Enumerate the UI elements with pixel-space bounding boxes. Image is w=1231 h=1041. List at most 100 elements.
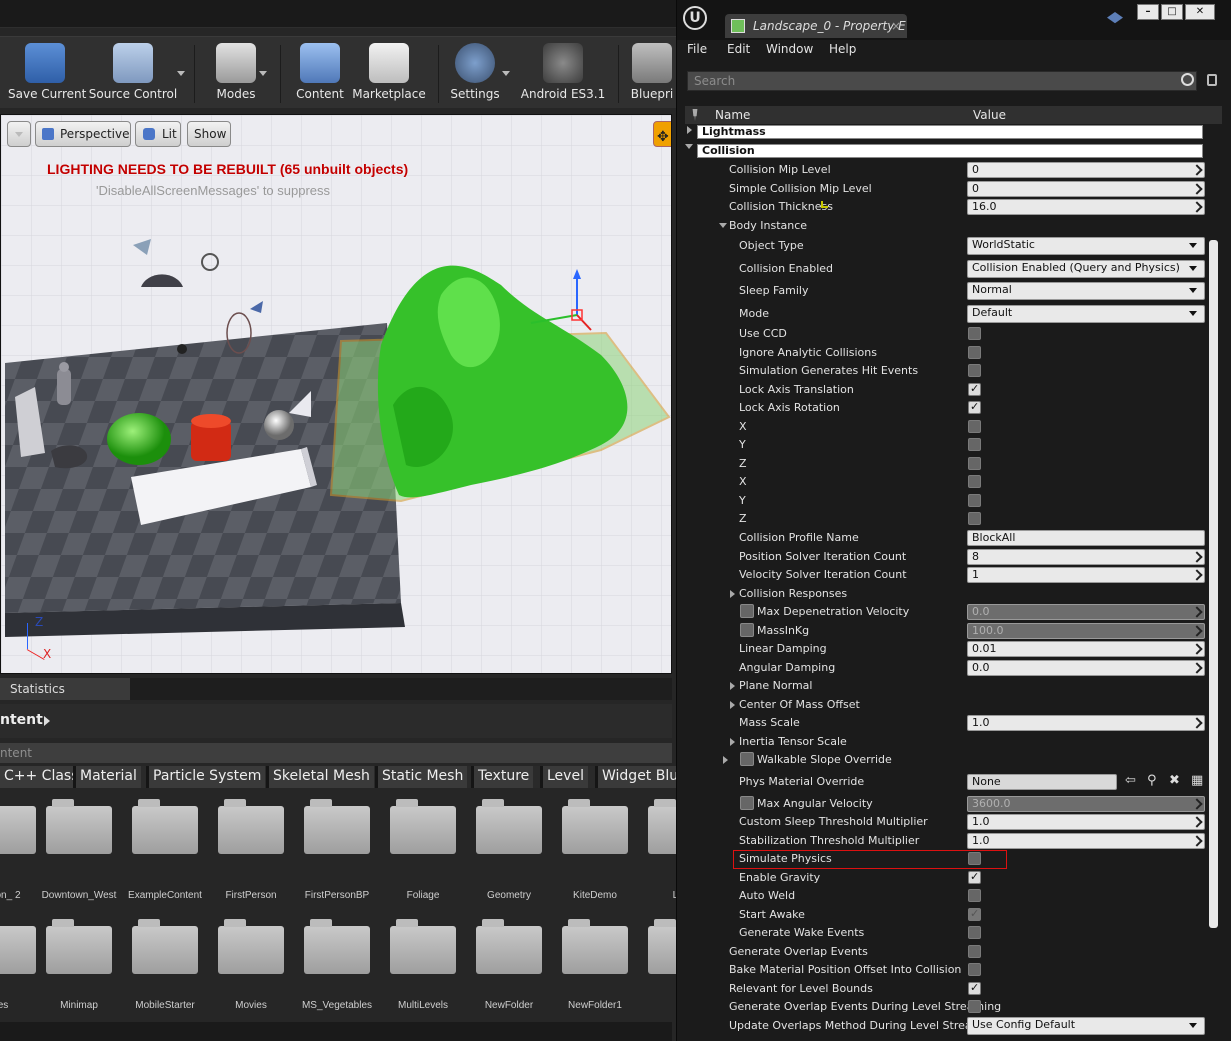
- filter-texture[interactable]: Texture: [471, 766, 534, 788]
- pin-icon[interactable]: [692, 109, 698, 121]
- feedback-icon[interactable]: [1107, 12, 1123, 24]
- content-button[interactable]: Content: [294, 43, 346, 107]
- search-icon[interactable]: [1181, 73, 1194, 86]
- property-value-field[interactable]: 1.0: [967, 833, 1205, 849]
- filter-skeletal-mesh[interactable]: Skeletal Mesh: [266, 766, 374, 788]
- menu-window[interactable]: Window: [766, 42, 813, 56]
- spin-drag-icon[interactable]: [1191, 662, 1203, 674]
- spin-drag-icon[interactable]: [1191, 183, 1203, 195]
- spin-drag-icon[interactable]: [1191, 835, 1203, 847]
- spin-drag-icon[interactable]: [1191, 164, 1203, 176]
- property-checkbox[interactable]: [968, 981, 981, 995]
- folder-icon[interactable]: [132, 919, 198, 974]
- spin-drag-icon[interactable]: [1191, 798, 1203, 810]
- tab-landscape-property[interactable]: Landscape_0 - Property E ×: [725, 14, 907, 38]
- folder-icon[interactable]: [0, 926, 36, 974]
- property-value-field[interactable]: BlockAll: [967, 530, 1205, 546]
- property-checkbox[interactable]: [968, 346, 981, 359]
- spin-drag-icon[interactable]: [1191, 816, 1203, 828]
- property-checkbox[interactable]: [968, 1000, 981, 1013]
- lock-icon[interactable]: [1207, 74, 1217, 86]
- settings-button[interactable]: Settings: [448, 43, 502, 107]
- level-viewport[interactable]: Perspective Lit Show ✥ LIGHTING NEEDS TO…: [0, 114, 672, 674]
- folder-icon[interactable]: [390, 919, 456, 974]
- use-selected-asset-icon[interactable]: ⇦: [1125, 773, 1136, 788]
- lit-button[interactable]: Lit: [135, 121, 181, 147]
- property-dropdown[interactable]: Use Config Default: [967, 1017, 1205, 1035]
- filter-level[interactable]: Level: [540, 766, 588, 788]
- property-checkbox[interactable]: [968, 364, 981, 377]
- maximize-button[interactable]: □: [1161, 4, 1183, 20]
- property-dropdown[interactable]: Normal: [967, 282, 1205, 300]
- launch-android-button[interactable]: Android ES3.1: [520, 43, 606, 107]
- spin-drag-icon[interactable]: [1191, 201, 1203, 213]
- folder-icon[interactable]: [390, 799, 456, 854]
- folder-icon[interactable]: [0, 806, 36, 854]
- property-checkbox[interactable]: [968, 382, 981, 396]
- chevron-right-icon[interactable]: [730, 701, 735, 709]
- property-dropdown[interactable]: Default: [967, 305, 1205, 323]
- property-checkbox[interactable]: [968, 420, 981, 433]
- modes-dropdown-icon[interactable]: [259, 71, 267, 76]
- property-search-input[interactable]: Search: [687, 71, 1197, 91]
- filter-widget-blueprint[interactable]: Widget Blue: [595, 766, 676, 788]
- show-button[interactable]: Show: [187, 121, 231, 147]
- property-checkbox[interactable]: [968, 457, 981, 470]
- folder-icon[interactable]: [476, 919, 542, 974]
- clear-asset-icon[interactable]: ✖: [1169, 773, 1180, 788]
- chevron-right-icon[interactable]: [687, 126, 692, 134]
- transform-mode-button[interactable]: ✥: [653, 121, 671, 147]
- name-column-header[interactable]: Name: [715, 108, 750, 122]
- value-column-header[interactable]: Value: [973, 108, 1006, 122]
- minimize-button[interactable]: –: [1137, 4, 1159, 20]
- chevron-right-icon[interactable]: [44, 716, 50, 726]
- filter-material[interactable]: Material: [73, 766, 141, 788]
- spin-drag-icon[interactable]: [1191, 606, 1203, 618]
- menu-file[interactable]: File: [687, 42, 707, 56]
- menu-edit[interactable]: Edit: [727, 42, 750, 56]
- category-lightmass[interactable]: Lightmass: [697, 125, 1203, 139]
- property-value-field[interactable]: 1.0: [967, 814, 1205, 830]
- property-value-field[interactable]: 1: [967, 567, 1205, 583]
- folder-icon[interactable]: [46, 919, 112, 974]
- override-checkbox[interactable]: [740, 604, 754, 618]
- menu-help[interactable]: Help: [829, 42, 856, 56]
- folder-icon[interactable]: [218, 919, 284, 974]
- property-value-field[interactable]: 16.0: [967, 199, 1205, 215]
- spin-drag-icon[interactable]: [1191, 569, 1203, 581]
- property-checkbox[interactable]: [968, 438, 981, 451]
- folder-icon[interactable]: [304, 799, 370, 854]
- property-checkbox[interactable]: [968, 475, 981, 488]
- marketplace-button[interactable]: Marketplace: [352, 43, 426, 107]
- override-checkbox[interactable]: [740, 623, 754, 637]
- folder-icon[interactable]: [46, 799, 112, 854]
- folder-icon[interactable]: [132, 799, 198, 854]
- property-value-field[interactable]: 0: [967, 181, 1205, 197]
- property-value-field[interactable]: 0.01: [967, 641, 1205, 657]
- folder-icon[interactable]: [218, 799, 284, 854]
- property-dropdown[interactable]: WorldStatic: [967, 237, 1205, 255]
- property-value-field[interactable]: 8: [967, 549, 1205, 565]
- filter-particle-system[interactable]: Particle System: [146, 766, 266, 788]
- property-dropdown[interactable]: Collision Enabled (Query and Physics): [967, 260, 1205, 278]
- settings-dropdown-icon[interactable]: [502, 71, 510, 76]
- modes-button[interactable]: Modes: [208, 43, 264, 107]
- property-checkbox[interactable]: [968, 512, 981, 525]
- folder-icon[interactable]: [562, 799, 628, 854]
- chevron-right-icon[interactable]: [730, 590, 735, 598]
- property-checkbox[interactable]: [968, 494, 981, 507]
- folder-icon[interactable]: [648, 799, 676, 854]
- content-search-input[interactable]: ntent: [0, 743, 672, 763]
- property-checkbox[interactable]: [968, 963, 981, 976]
- scrollbar[interactable]: [1209, 240, 1218, 928]
- property-checkbox[interactable]: [968, 926, 981, 939]
- blueprints-button[interactable]: Bluepri: [628, 43, 676, 107]
- filter-cpp-class[interactable]: C++ Class: [0, 766, 83, 788]
- override-checkbox[interactable]: [740, 796, 754, 810]
- pick-asset-icon[interactable]: ▦: [1191, 773, 1203, 788]
- reset-to-default-icon[interactable]: [821, 201, 828, 208]
- perspective-button[interactable]: Perspective: [35, 121, 131, 147]
- close-tab-icon[interactable]: ×: [891, 14, 901, 38]
- spin-drag-icon[interactable]: [1191, 625, 1203, 637]
- chevron-right-icon[interactable]: [730, 682, 735, 690]
